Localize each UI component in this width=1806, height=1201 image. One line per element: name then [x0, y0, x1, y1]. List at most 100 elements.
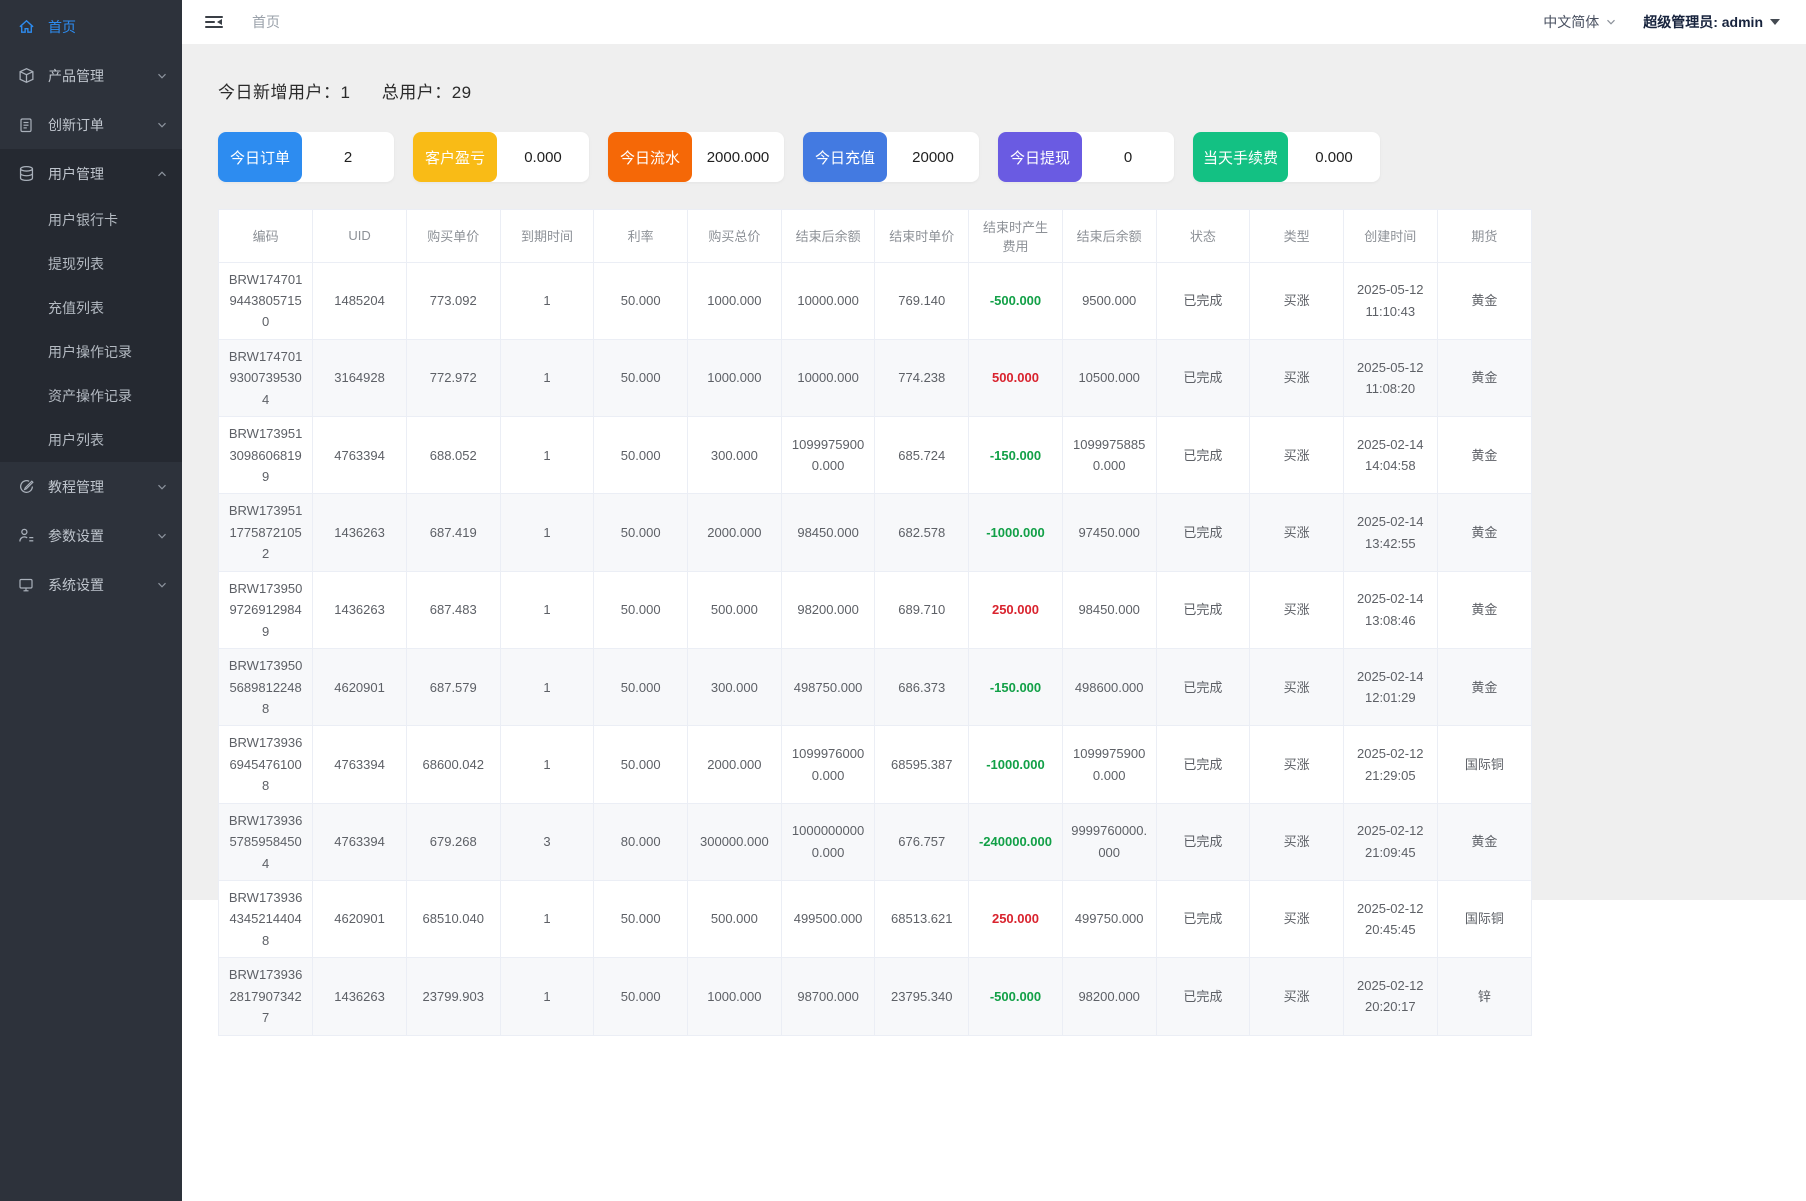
table-cell: 300.000	[687, 416, 782, 495]
table-cell: 679.268	[406, 803, 501, 882]
table-cell: 685.724	[874, 416, 970, 495]
table-cell: BRW17395097269129849	[219, 571, 314, 650]
table-cell: 已完成	[1156, 571, 1251, 650]
table-cell: 772.972	[406, 339, 501, 418]
table-cell: 10000000000.000	[781, 803, 876, 882]
table-cell: BRW17395130986068199	[219, 416, 314, 495]
table-cell: 50.000	[593, 880, 689, 959]
sidebar-item-4[interactable]: 教程管理	[0, 462, 182, 511]
table-cell: 500.000	[687, 571, 782, 650]
table-cell: 769.140	[874, 262, 970, 340]
caret-down-icon	[1770, 19, 1780, 25]
table-cell: 3	[500, 803, 595, 882]
table-row: BRW17395130986068199 4763394 688.052 1 50.00…	[219, 416, 1531, 495]
table-cell: BRW17393657859584504	[219, 803, 314, 882]
table-cell: 23799.903	[406, 957, 501, 1036]
stat-card-today-orders: 今日订单 2	[218, 132, 394, 182]
table-cell: 国际铜	[1437, 725, 1531, 804]
table-cell: 买涨	[1249, 493, 1344, 572]
table-cell: 已完成	[1156, 725, 1251, 804]
stat-card-label: 今日流水	[608, 132, 692, 182]
table-cell: 687.483	[406, 571, 501, 650]
stat-cards: 今日订单 2 客户盈亏 0.000 今日流水 2000.000 今日充值 20000 今日提现 0…	[218, 132, 1806, 182]
fee-cell: 250.000	[968, 571, 1063, 650]
stat-card-today-fee: 当天手续费 0.000	[1193, 132, 1381, 182]
table-cell: 3164928	[312, 339, 407, 418]
sidebar-item-6[interactable]: 系统设置	[0, 560, 182, 609]
order-icon	[17, 116, 35, 134]
table-cell: 97450.000	[1062, 493, 1157, 572]
table-cell: 2025-05-12 11:10:43	[1343, 262, 1438, 340]
table-cell: 已完成	[1156, 803, 1251, 882]
home-icon	[17, 18, 35, 36]
params-icon	[17, 527, 35, 545]
sidebar-item-2[interactable]: 创新订单	[0, 100, 182, 149]
table-cell: 黄金	[1437, 648, 1531, 727]
sidebar-subitem-3-0[interactable]: 用户银行卡	[0, 198, 182, 242]
fee-cell: -1000.000	[968, 725, 1063, 804]
table-cell: 已完成	[1156, 416, 1251, 495]
fee-cell: -500.000	[968, 262, 1063, 340]
stat-card-today-deposit: 今日充值 20000	[803, 132, 979, 182]
system-icon	[17, 576, 35, 594]
account-menu[interactable]: 超级管理员: admin	[1643, 12, 1780, 32]
table-cell: 买涨	[1249, 725, 1344, 804]
sidebar-item-label: 首页	[48, 18, 76, 35]
table-cell: 50.000	[593, 416, 689, 495]
sidebar-item-label: 教程管理	[48, 478, 104, 495]
table-cell: 黄金	[1437, 262, 1531, 340]
table-cell: 688.052	[406, 416, 501, 495]
sidebar-subitem-3-4[interactable]: 资产操作记录	[0, 374, 182, 418]
table-cell: 98700.000	[781, 957, 876, 1036]
table-cell: 已完成	[1156, 957, 1251, 1036]
table-cell: 黄金	[1437, 571, 1531, 650]
sidebar-item-label: 产品管理	[48, 67, 104, 84]
sidebar-item-3[interactable]: 用户管理	[0, 149, 182, 198]
sidebar-item-1[interactable]: 产品管理	[0, 51, 182, 100]
table-cell: 1000.000	[687, 262, 782, 340]
sidebar-item-5[interactable]: 参数设置	[0, 511, 182, 560]
sidebar-subitem-3-1[interactable]: 提现列表	[0, 242, 182, 286]
sidebar-subitem-3-5[interactable]: 用户列表	[0, 418, 182, 462]
table-cell: 687.579	[406, 648, 501, 727]
stat-card-today-withdraw: 今日提现 0	[998, 132, 1174, 182]
sidebar-item-0[interactable]: 首页	[0, 2, 182, 51]
table-cell: 50.000	[593, 725, 689, 804]
chevron-up-icon	[156, 168, 168, 180]
tutorial-icon	[17, 478, 35, 496]
column-header-10: 状态	[1156, 210, 1251, 263]
column-header-12: 创建时间	[1343, 210, 1438, 263]
sidebar-subitem-3-2[interactable]: 充值列表	[0, 286, 182, 330]
fee-cell: -240000.000	[968, 803, 1063, 882]
table-cell: 已完成	[1156, 648, 1251, 727]
sidebar-subitem-3-3[interactable]: 用户操作记录	[0, 330, 182, 374]
table-cell: 50.000	[593, 571, 689, 650]
language-selector[interactable]: 中文简体	[1543, 12, 1617, 32]
stat-card-label: 客户盈亏	[413, 132, 497, 182]
fee-cell: -150.000	[968, 648, 1063, 727]
stat-card-label: 今日充值	[803, 132, 887, 182]
table-cell: 10000.000	[781, 262, 876, 340]
table-row: BRW17470194438057150 1485204 773.092 1 50.00…	[219, 262, 1531, 340]
table-cell: 682.578	[874, 493, 970, 572]
stat-card-label: 今日订单	[218, 132, 302, 182]
table-cell: 687.419	[406, 493, 501, 572]
chevron-down-icon	[156, 119, 168, 131]
table-cell: 买涨	[1249, 571, 1344, 650]
fee-cell: -150.000	[968, 416, 1063, 495]
chevron-down-icon	[156, 70, 168, 82]
topbar: 首页 中文简体 超级管理员: admin	[182, 0, 1806, 44]
user-stats: 今日新增用户：1 总用户：29	[218, 78, 1806, 103]
language-label: 中文简体	[1543, 14, 1600, 30]
table-cell: 774.238	[874, 339, 970, 418]
chevron-down-icon	[156, 481, 168, 493]
breadcrumb[interactable]: 首页	[252, 12, 280, 32]
table-cell: BRW17393669454761008	[219, 725, 314, 804]
table-cell: 2025-02-14 12:01:29	[1343, 648, 1438, 727]
column-header-13: 期货	[1437, 210, 1531, 263]
orders-table: 编码 UID 购买单价 到期时间 利率 购买总价 结束后余额 结束时单价 结束时产生费用 结束后余…	[219, 210, 1531, 1036]
fee-cell: -500.000	[968, 957, 1063, 1036]
table-cell: 买涨	[1249, 957, 1344, 1036]
collapse-menu-icon[interactable]	[204, 12, 224, 32]
table-cell: 买涨	[1249, 416, 1344, 495]
